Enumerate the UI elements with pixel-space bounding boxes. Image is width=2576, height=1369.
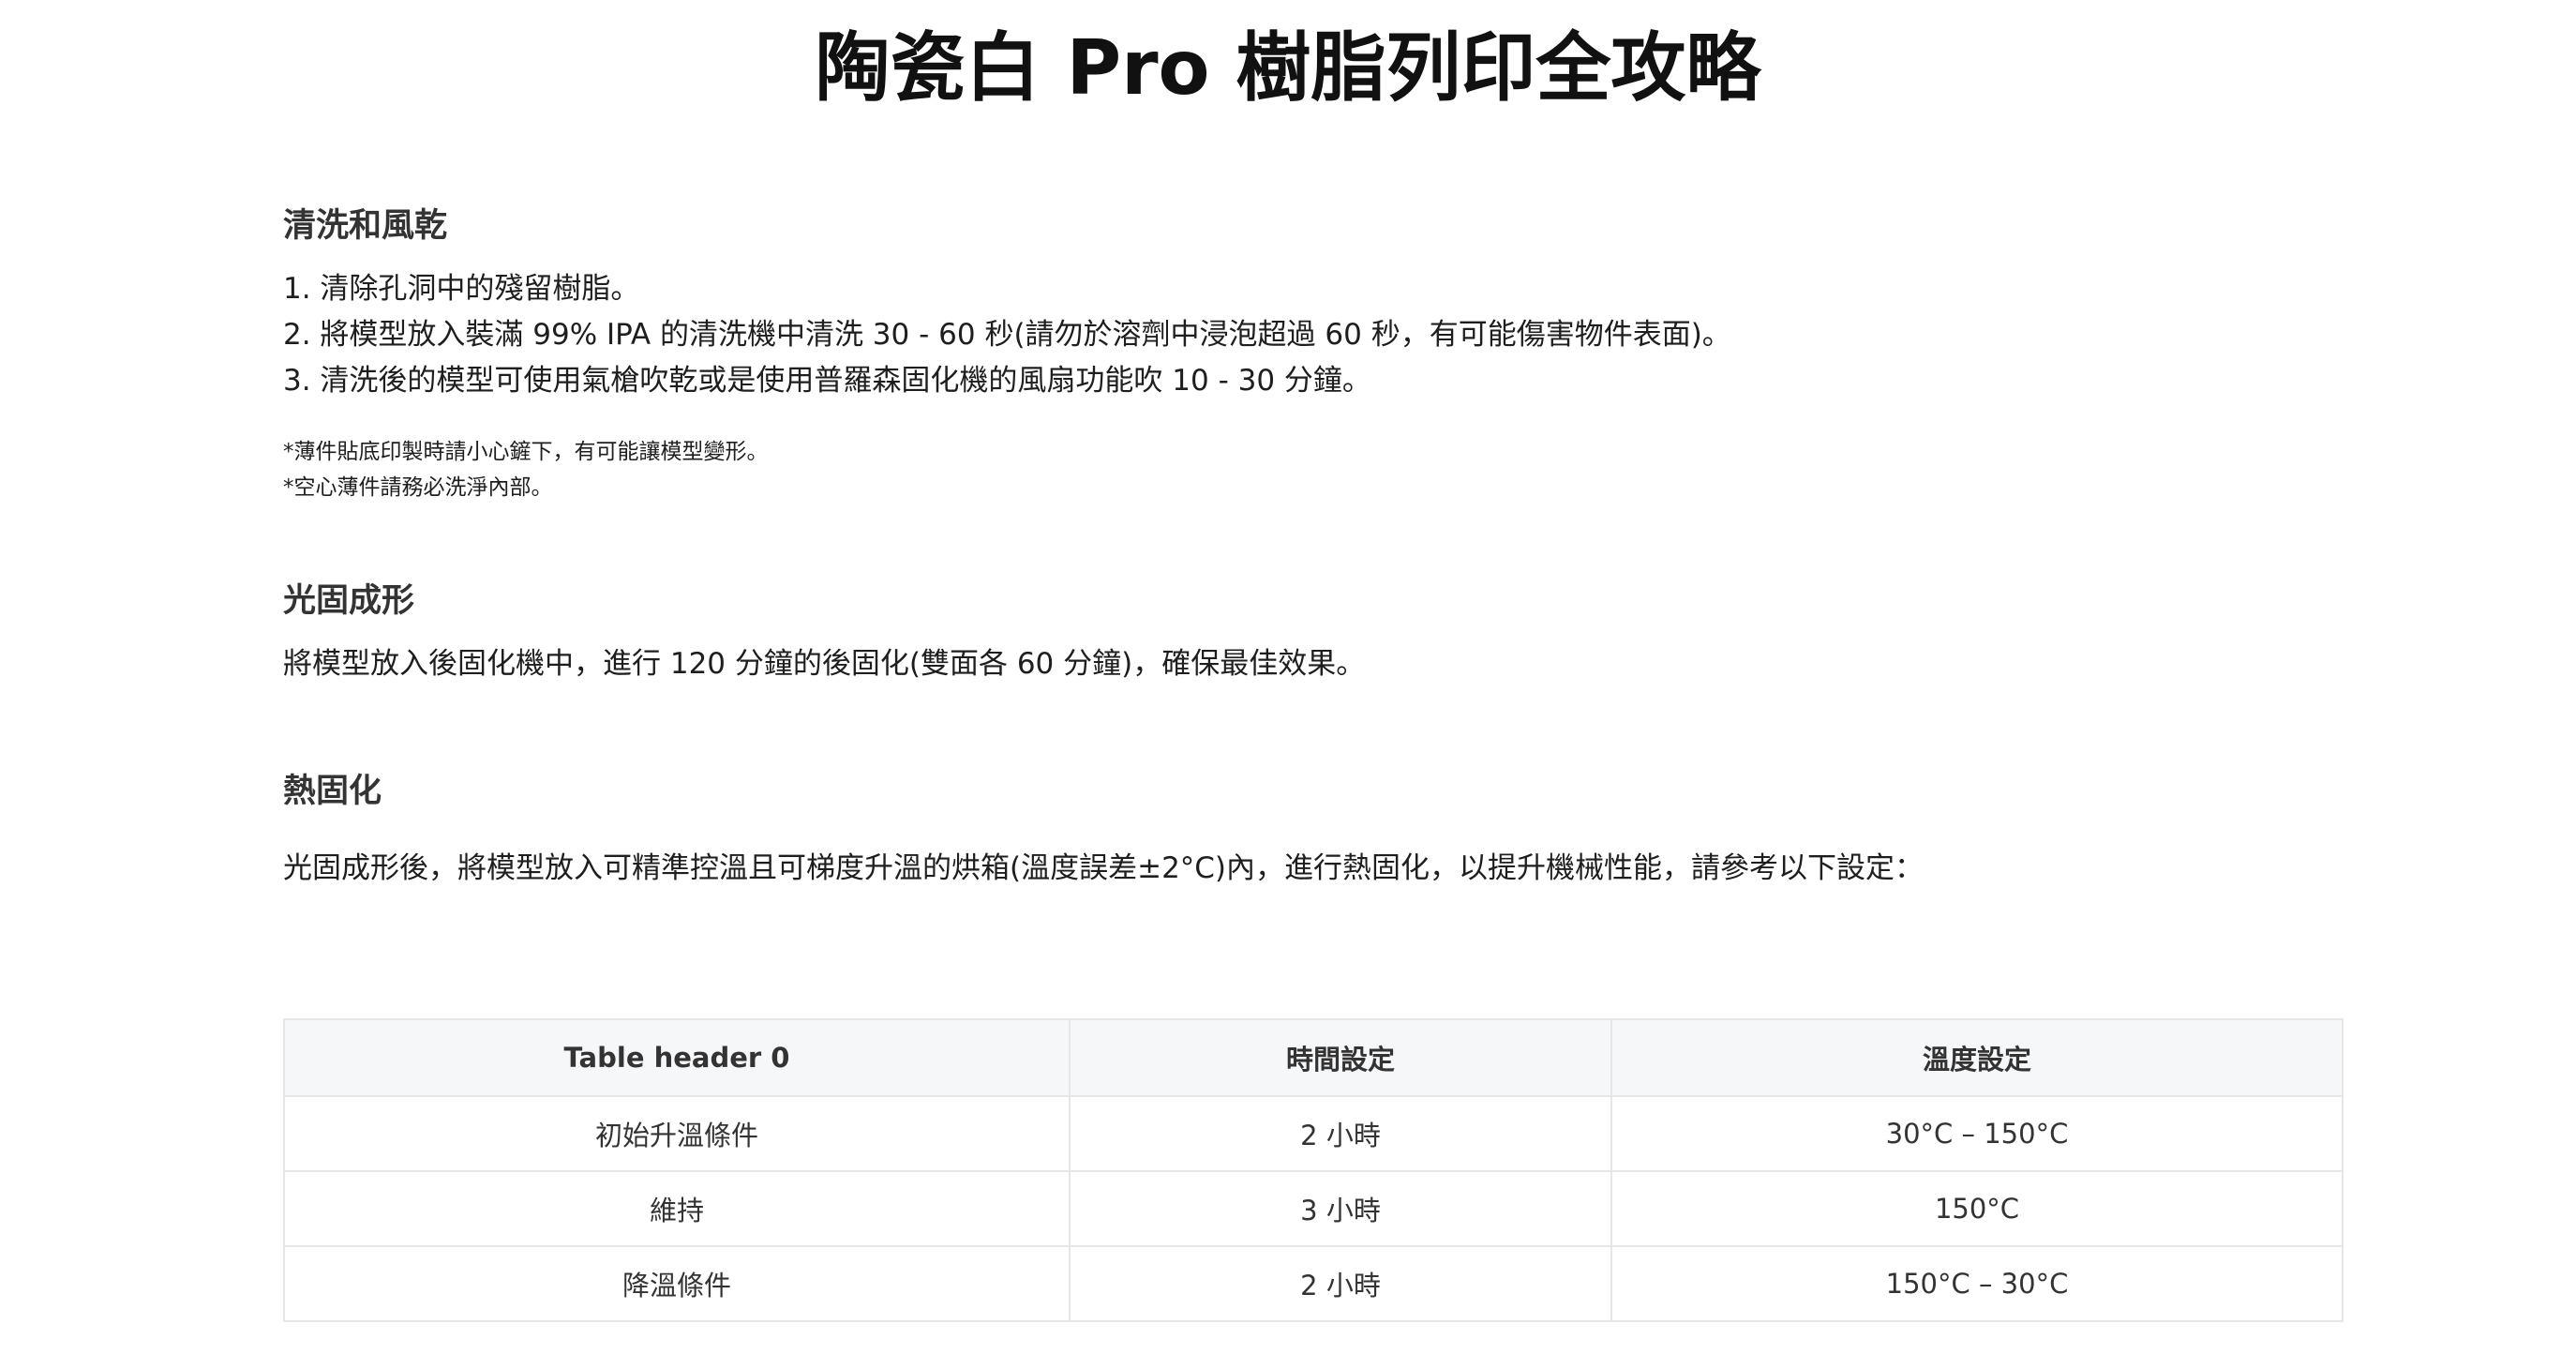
- table-cell: 降溫條件: [283, 1245, 1071, 1322]
- table-cell: 30°C – 150°C: [1610, 1095, 2344, 1172]
- wash-note-1: *薄件貼底印製時請小心鏟下，有可能讓模型變形。: [283, 440, 769, 464]
- table-cell: 2 小時: [1069, 1245, 1612, 1322]
- table-cell: 150°C – 30°C: [1610, 1245, 2344, 1322]
- table-cell: 2 小時: [1069, 1095, 1612, 1172]
- wash-step-3: 3. 清洗後的模型可使用氣槍吹乾或是使用普羅森固化機的風扇功能吹 10 - 30…: [283, 364, 1371, 398]
- section-heading-wash: 清洗和風乾: [283, 207, 448, 245]
- wash-step-1: 1. 清除孔洞中的殘留樹脂。: [283, 272, 640, 306]
- table-header-cell: 時間設定: [1069, 1018, 1612, 1097]
- table-cell: 150°C: [1610, 1170, 2344, 1247]
- section-heading-uv-cure: 光固成形: [283, 582, 415, 620]
- table-header-cell: Table header 0: [283, 1018, 1071, 1097]
- table-header-cell: 溫度設定: [1610, 1018, 2344, 1097]
- wash-step-2: 2. 將模型放入裝滿 99% IPA 的清洗機中清洗 30 - 60 秒(請勿於…: [283, 318, 1731, 352]
- uv-cure-text: 將模型放入後固化機中，進行 120 分鐘的後固化(雙面各 60 分鐘)，確保最佳…: [283, 647, 1366, 681]
- table-row: 維持 3 小時 150°C: [283, 1170, 2344, 1247]
- heat-cure-settings-table: Table header 0 時間設定 溫度設定 初始升溫條件 2 小時 30°…: [283, 1018, 2344, 1322]
- table-header-row: Table header 0 時間設定 溫度設定: [283, 1018, 2344, 1097]
- table-cell: 初始升溫條件: [283, 1095, 1071, 1172]
- table-row: 初始升溫條件 2 小時 30°C – 150°C: [283, 1095, 2344, 1172]
- table-cell: 維持: [283, 1170, 1071, 1247]
- table-row: 降溫條件 2 小時 150°C – 30°C: [283, 1245, 2344, 1322]
- heat-cure-text: 光固成形後，將模型放入可精準控溫且可梯度升溫的烘箱(溫度誤差±2°C)內，進行熱…: [283, 851, 1925, 885]
- settings-table: Table header 0 時間設定 溫度設定 初始升溫條件 2 小時 30°…: [283, 1018, 2344, 1322]
- table-cell: 3 小時: [1069, 1170, 1612, 1247]
- wash-note-2: *空心薄件請務必洗淨內部。: [283, 475, 553, 500]
- page-title: 陶瓷白 Pro 樹脂列印全攻略: [815, 24, 1761, 112]
- section-heading-heat-cure: 熱固化: [283, 773, 382, 810]
